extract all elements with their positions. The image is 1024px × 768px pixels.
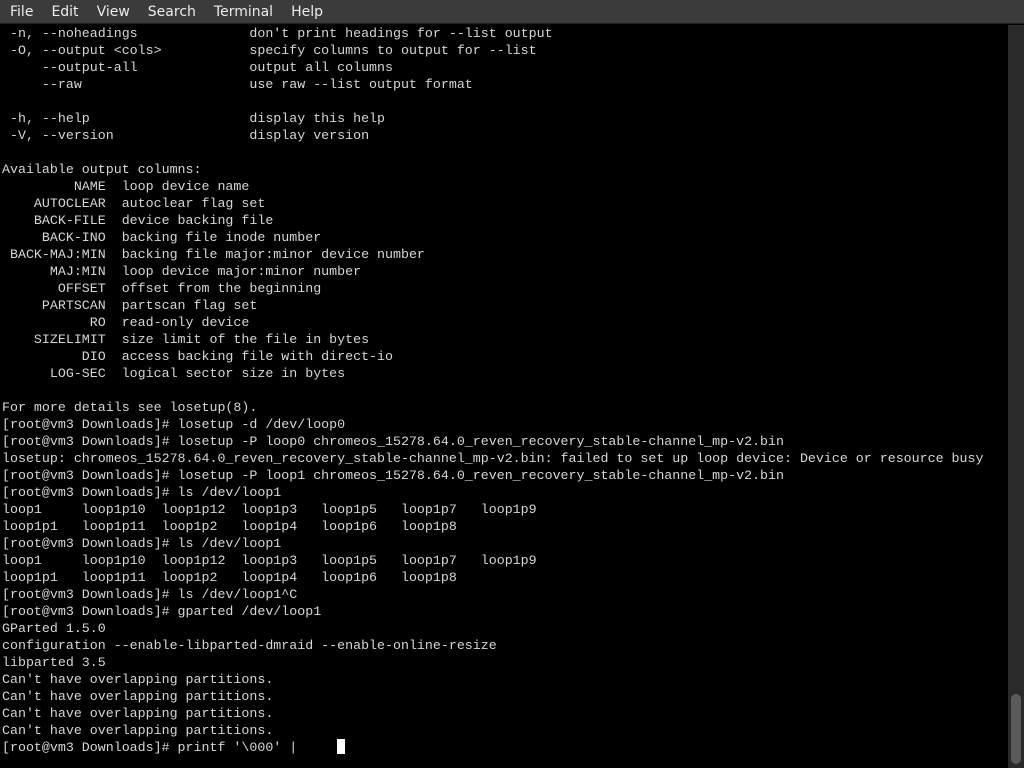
terminal-output-area[interactable]: -n, --noheadings don't print headings fo… <box>0 25 1008 768</box>
menu-file[interactable]: File <box>0 0 42 24</box>
terminal-line: configuration --enable-libparted-dmraid … <box>2 638 497 653</box>
terminal-prompt: [root@vm3 Downloads]# printf '\000' | <box>2 740 338 755</box>
terminal-prompt-line[interactable]: [root@vm3 Downloads]# printf '\000' | <box>2 739 983 756</box>
terminal-window: File Edit View Search Terminal Help -n, … <box>0 0 1024 768</box>
terminal-line: SIZELIMIT size limit of the file in byte… <box>2 332 370 347</box>
menu-edit[interactable]: Edit <box>42 0 87 24</box>
terminal-line: GParted 1.5.0 <box>2 621 106 636</box>
terminal-line: PARTSCAN partscan flag set <box>2 298 258 313</box>
terminal-line: RO read-only device <box>2 315 250 330</box>
terminal-line: For more details see losetup(8). <box>2 400 258 415</box>
terminal-line: Can't have overlapping partitions. <box>2 723 274 738</box>
terminal-line: LOG-SEC logical sector size in bytes <box>2 366 346 381</box>
terminal-line: MAJ:MIN loop device major:minor number <box>2 264 362 279</box>
menu-bar: File Edit View Search Terminal Help <box>0 0 1024 24</box>
terminal-line: --raw use raw --list output format <box>2 77 473 92</box>
terminal-line: [root@vm3 Downloads]# ls /dev/loop1 <box>2 485 282 500</box>
terminal-line: loop1 loop1p10 loop1p12 loop1p3 loop1p5 … <box>2 553 537 568</box>
terminal-line: BACK-FILE device backing file <box>2 213 274 228</box>
terminal-lines: -n, --noheadings don't print headings fo… <box>2 25 983 756</box>
terminal-line: [root@vm3 Downloads]# losetup -d /dev/lo… <box>2 417 346 432</box>
text-cursor <box>337 739 346 754</box>
terminal-line: [root@vm3 Downloads]# ls /dev/loop1^C <box>2 587 298 602</box>
terminal-line: --output-all output all columns <box>2 60 393 75</box>
terminal-line: NAME loop device name <box>2 179 250 194</box>
menu-search[interactable]: Search <box>139 0 205 24</box>
terminal-line: [root@vm3 Downloads]# gparted /dev/loop1 <box>2 604 322 619</box>
terminal-line: BACK-MAJ:MIN backing file major:minor de… <box>2 247 425 262</box>
terminal-line: loop1p1 loop1p11 loop1p2 loop1p4 loop1p6… <box>2 570 457 585</box>
terminal-line: loop1 loop1p10 loop1p12 loop1p3 loop1p5 … <box>2 502 537 517</box>
terminal-line: libparted 3.5 <box>2 655 106 670</box>
terminal-line: [root@vm3 Downloads]# ls /dev/loop1 <box>2 536 282 551</box>
terminal-line: Available output columns: <box>2 162 202 177</box>
terminal-line: -n, --noheadings don't print headings fo… <box>2 26 553 41</box>
terminal-line: AUTOCLEAR autoclear flag set <box>2 196 266 211</box>
terminal-line: -h, --help display this help <box>2 111 386 126</box>
terminal-line: BACK-INO backing file inode number <box>2 230 322 245</box>
terminal-line: OFFSET offset from the beginning <box>2 281 322 296</box>
menu-terminal[interactable]: Terminal <box>205 0 282 24</box>
terminal-line: Can't have overlapping partitions. <box>2 706 274 721</box>
terminal-line: Can't have overlapping partitions. <box>2 672 274 687</box>
terminal-line: -V, --version display version <box>2 128 370 143</box>
terminal-line: Can't have overlapping partitions. <box>2 689 274 704</box>
menu-view[interactable]: View <box>88 0 139 24</box>
terminal-line: losetup: chromeos_15278.64.0_reven_recov… <box>2 451 984 466</box>
terminal-line: [root@vm3 Downloads]# losetup -P loop1 c… <box>2 468 784 483</box>
vertical-scrollbar[interactable] <box>1008 25 1024 768</box>
terminal-line: loop1p1 loop1p11 loop1p2 loop1p4 loop1p6… <box>2 519 457 534</box>
scrollbar-thumb[interactable] <box>1011 694 1021 764</box>
terminal-line: [root@vm3 Downloads]# losetup -P loop0 c… <box>2 434 784 449</box>
terminal-line: -O, --output <cols> specify columns to o… <box>2 43 537 58</box>
terminal-line: DIO access backing file with direct-io <box>2 349 393 364</box>
menu-help[interactable]: Help <box>282 0 332 24</box>
